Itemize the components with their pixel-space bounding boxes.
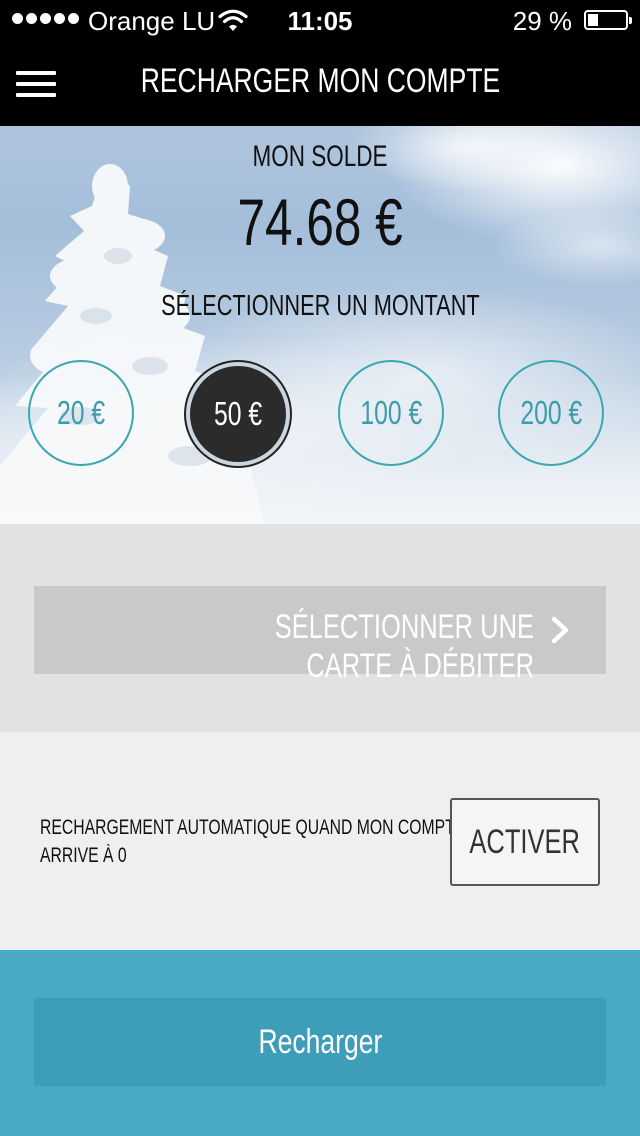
- balance-value: 74.68 €: [237, 185, 403, 259]
- chevron-right-icon: [551, 616, 569, 644]
- select-amount-label: SÉLECTIONNER UN MONTANT: [160, 290, 480, 322]
- activate-button[interactable]: ACTIVER: [450, 798, 600, 886]
- select-card-label: SÉLECTIONNER UNE CARTE À DÉBITER: [274, 608, 534, 685]
- auto-recharge-section: RECHARGEMENT AUTOMATIQUE QUAND MON COMPT…: [0, 732, 640, 950]
- nav-bar: RECHARGER MON COMPTE: [0, 40, 640, 126]
- balance-label: MON SOLDE: [252, 140, 388, 173]
- page-title: RECHARGER MON COMPTE: [140, 62, 500, 100]
- auto-recharge-text: RECHARGEMENT AUTOMATIQUE QUAND MON COMPT…: [40, 816, 466, 867]
- amount-option-50-selected[interactable]: 50 €: [190, 366, 286, 462]
- battery-percent: 29 %: [512, 6, 572, 36]
- battery-fill: [588, 14, 598, 26]
- bottom-bar: Recharger: [0, 950, 640, 1136]
- battery-icon: [584, 10, 632, 30]
- balance-hero: MON SOLDE 74.68 € SÉLECTIONNER UN MONTAN…: [0, 126, 640, 524]
- select-card-button[interactable]: SÉLECTIONNER UNE CARTE À DÉBITER: [34, 586, 606, 685]
- recharge-button[interactable]: Recharger: [34, 998, 606, 1086]
- status-bar: Orange LU 11:05 29 %: [0, 0, 640, 40]
- card-section: SÉLECTIONNER UNE CARTE À DÉBITER: [0, 524, 640, 732]
- amount-option-20[interactable]: 20 €: [28, 360, 134, 466]
- amount-option-200[interactable]: 200 €: [498, 360, 604, 466]
- amount-option-100[interactable]: 100 €: [338, 360, 444, 466]
